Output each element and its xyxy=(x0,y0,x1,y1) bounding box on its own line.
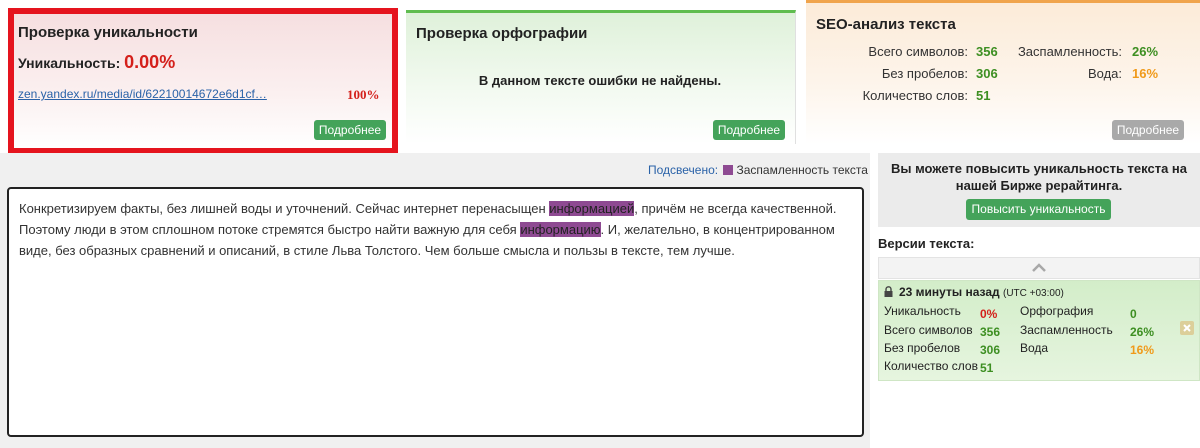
text-editor[interactable]: Конкретизируем факты, без лишней воды и … xyxy=(7,187,864,437)
version-water: 16% xyxy=(1130,343,1155,357)
seo-water: 16% xyxy=(1132,66,1159,81)
version-uniq-label: Уникальность xyxy=(884,304,961,318)
version-nospace-label: Без пробелов xyxy=(884,341,961,355)
spelling-details-button[interactable]: Подробнее xyxy=(713,120,785,140)
version-spell-label: Орфография xyxy=(1020,304,1094,318)
uniqueness-label: Уникальность: xyxy=(18,55,121,71)
spam-highlight: информацией xyxy=(549,201,635,216)
version-chars: 356 xyxy=(980,325,1001,339)
highlight-legend-text: Заспамленность текста xyxy=(736,163,868,177)
uniqueness-details-button[interactable]: Подробнее xyxy=(314,120,386,140)
boost-uniqueness-button[interactable]: Повысить уникальность xyxy=(966,199,1111,220)
spelling-title: Проверка орфографии xyxy=(416,25,588,42)
seo-water-label: Вода: xyxy=(1087,66,1122,81)
version-uniq: 0% xyxy=(980,307,998,321)
seo-word-count-label: Количество слов: xyxy=(862,88,968,103)
seo-title: SEO-анализ текста xyxy=(816,16,956,33)
version-spam: 26% xyxy=(1130,325,1155,339)
uniqueness-panel: Проверка уникальности Уникальность: 0.00… xyxy=(8,8,398,154)
version-nospace: 306 xyxy=(980,343,1001,357)
seo-word-count: 51 xyxy=(976,88,991,103)
seo-spam-label: Заспамленность: xyxy=(1017,44,1122,59)
versions-title: Версии текста: xyxy=(878,236,975,251)
version-chars-label: Всего символов xyxy=(884,323,973,337)
version-spam-label: Заспамленность xyxy=(1020,323,1113,337)
highlight-legend: Подсвечено: Заспамленность текста xyxy=(648,163,868,177)
seo-spam: 26% xyxy=(1132,44,1159,59)
chevron-up-icon xyxy=(1032,263,1046,272)
version-timezone: (UTC +03:00) xyxy=(1002,288,1064,299)
version-spell: 0 xyxy=(1130,307,1137,321)
promo-text: Вы можете повысить уникальность текста н… xyxy=(890,161,1188,193)
source-percent: 100% xyxy=(347,87,380,102)
highlight-label: Подсвечено: xyxy=(648,163,719,177)
seo-no-spaces-label: Без пробелов: xyxy=(881,66,968,81)
uniqueness-row: Уникальность: 0.00% xyxy=(18,52,175,73)
seo-total-chars-label: Всего символов: xyxy=(868,44,968,59)
close-icon xyxy=(1183,324,1191,332)
spelling-panel: Проверка орфографии В данном тексте ошиб… xyxy=(406,10,796,144)
version-time: 23 минуты назад xyxy=(899,285,1000,299)
delete-version-button[interactable] xyxy=(1180,321,1194,335)
version-words-label: Количество слов xyxy=(884,359,978,373)
seo-no-spaces: 306 xyxy=(976,66,998,81)
text-part: Конкретизируем факты, без лишней воды и … xyxy=(19,201,550,216)
promo-box: Вы можете повысить уникальность текста н… xyxy=(878,153,1200,227)
version-entry[interactable]: 23 минуты назад (UTC +03:00) Уникальност… xyxy=(878,280,1200,381)
spelling-message: В данном тексте ошибки не найдены. xyxy=(478,73,722,88)
uniqueness-value: 0.00% xyxy=(124,52,176,72)
spam-color-swatch xyxy=(723,165,734,175)
versions-scroll-up[interactable] xyxy=(878,257,1200,279)
version-time-row: 23 минуты назад (UTC +03:00) xyxy=(899,285,1064,299)
version-water-label: Вода xyxy=(1020,341,1049,355)
lock-icon xyxy=(884,286,893,297)
version-words: 51 xyxy=(980,361,994,375)
seo-panel: SEO-анализ текста Всего символов: 356 Бе… xyxy=(806,0,1200,144)
seo-details-button[interactable]: Подробнее xyxy=(1112,120,1184,140)
source-link[interactable]: zen.yandex.ru/media/id/62210014672e6d1cf… xyxy=(18,87,267,101)
uniqueness-title: Проверка уникальности xyxy=(18,24,198,41)
spam-highlight: информацию xyxy=(520,222,601,237)
seo-total-chars: 356 xyxy=(976,44,998,59)
